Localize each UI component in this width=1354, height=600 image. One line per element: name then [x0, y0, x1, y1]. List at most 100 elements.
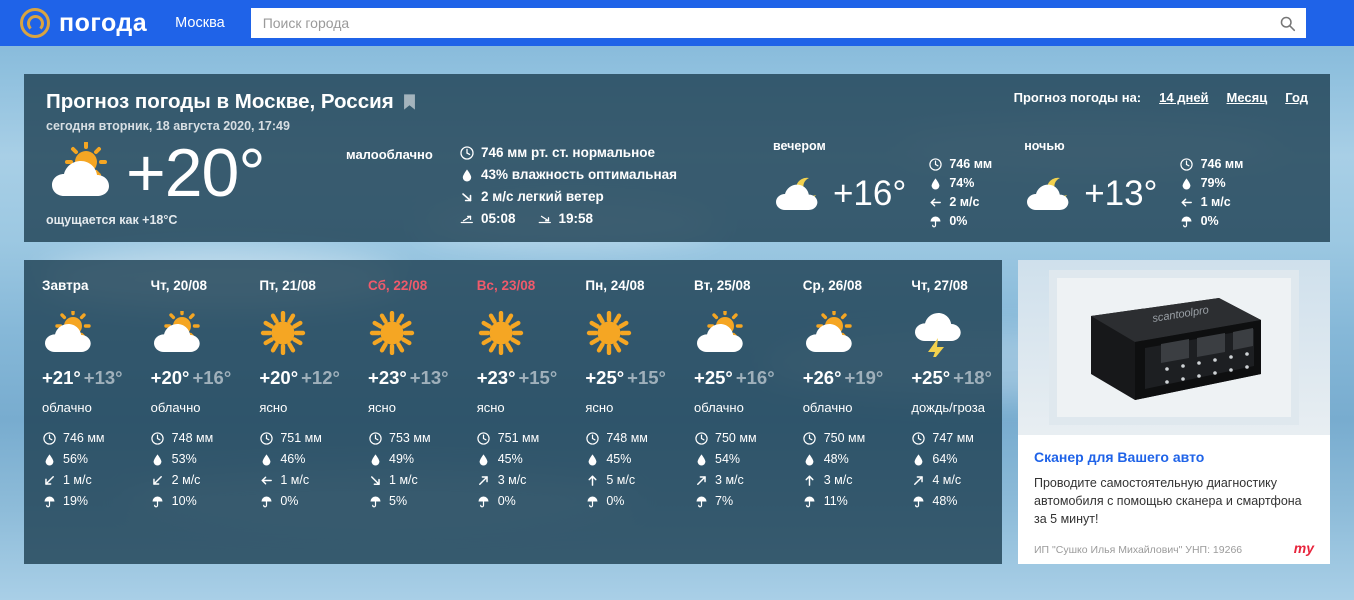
- metric-wind-text: 1 м/с: [1200, 195, 1231, 209]
- metric-wind: 5 м/с: [585, 473, 670, 487]
- ad-description: Проводите самостоятельную диагностику ав…: [1034, 476, 1302, 527]
- search-box[interactable]: [250, 8, 1306, 38]
- pressure-icon: [911, 431, 925, 445]
- umbrella-icon: [928, 214, 942, 228]
- forecast-day-column[interactable]: Чт, 27/08 +25° +18° дождь/гроза 747 мм 64% 4 м…: [893, 278, 1002, 552]
- wind-arrow-down-right-icon: [460, 190, 474, 204]
- metric-humidity: 56%: [42, 452, 127, 466]
- metric-wind-text: 2 м/с легкий ветер: [481, 189, 604, 204]
- humidity-drop-icon: [585, 452, 599, 466]
- forecast-day-column[interactable]: Завтра +21° +13° облачно 746 мм 56% 1 м/с 19%: [24, 278, 133, 552]
- metric-humidity-text: 74%: [949, 176, 975, 190]
- metric-wind-text: 5 м/с: [606, 473, 636, 487]
- metric-wind: 1 м/с: [42, 473, 127, 487]
- current-city-label[interactable]: Москва: [175, 15, 225, 31]
- metric-pressure-text: 746 мм: [949, 157, 993, 171]
- sun-icon: [259, 310, 344, 356]
- forecast-link-month[interactable]: Месяц: [1227, 90, 1268, 105]
- humidity-drop-icon: [928, 176, 942, 190]
- umbrella-icon: [911, 494, 925, 508]
- metric-precipitation: 19%: [42, 494, 127, 508]
- metric-precipitation: 7%: [694, 494, 779, 508]
- forecast-day-name: Сб, 22/08: [368, 278, 428, 293]
- ad-brand-logo[interactable]: my: [1294, 540, 1314, 556]
- pressure-icon: [694, 431, 708, 445]
- pressure-icon: [477, 431, 491, 445]
- forecast-day-metrics: 750 мм 54% 3 м/с 7%: [694, 431, 779, 508]
- metric-wind-text: 1 м/с: [63, 473, 92, 487]
- metric-precipitation: 5%: [368, 494, 453, 508]
- metric-precipitation-text: 0%: [497, 494, 516, 508]
- wind-arrow-left-icon: [1180, 195, 1194, 209]
- metric-humidity: 54%: [694, 452, 779, 466]
- humidity-drop-icon: [460, 168, 474, 182]
- metric-pressure-text: 748 мм: [606, 431, 648, 445]
- site-logo[interactable]: погода: [20, 8, 147, 38]
- part-temp-evening: +16°: [832, 174, 907, 213]
- sun-icon: [585, 310, 670, 356]
- metric-wind: 1 м/с: [259, 473, 344, 487]
- wind-arrow-up-right-icon: [911, 473, 925, 487]
- at-circle-icon: [20, 8, 50, 38]
- now-row: +20°: [46, 139, 346, 207]
- metric-precipitation-text: 0%: [280, 494, 299, 508]
- metric-pressure-text: 746 мм: [63, 431, 105, 445]
- forecast-day-name: Пн, 24/08: [585, 278, 645, 293]
- metric-wind: 1 м/с: [368, 473, 453, 487]
- bookmark-icon[interactable]: [403, 93, 416, 111]
- forecast-link-14-days[interactable]: 14 дней: [1159, 90, 1208, 105]
- metric-precipitation-text: 0%: [606, 494, 625, 508]
- forecast-day-column[interactable]: Пт, 21/08 +20° +12° ясно 751 мм 46% 1 м/с 0%: [241, 278, 350, 552]
- forecast-day-column[interactable]: Чт, 20/08 +20° +16° облачно 748 мм 53% 2 м/с 10…: [133, 278, 242, 552]
- lower-section: Завтра +21° +13° облачно 746 мм 56% 1 м/с 19% Чт…: [24, 260, 1330, 565]
- forecast-day-temperatures: +25° +18°: [911, 367, 996, 389]
- metric-pressure-text: 751 мм: [280, 431, 322, 445]
- umbrella-icon: [694, 494, 708, 508]
- metric-precipitation-text: 10%: [171, 494, 197, 508]
- forecast-day-name: Ср, 26/08: [802, 278, 862, 293]
- moon-behind-cloud-icon: [775, 177, 818, 210]
- metric-pressure-text: 753 мм: [389, 431, 431, 445]
- umbrella-icon: [585, 494, 599, 508]
- ad-title[interactable]: Сканер для Вашего авто: [1034, 449, 1314, 465]
- ad-product-image[interactable]: scantoolpro: [1018, 260, 1330, 435]
- metric-pressure: 753 мм: [368, 431, 453, 445]
- metric-humidity-text: 48%: [823, 452, 849, 466]
- metric-wind: 2 м/с легкий ветер: [460, 189, 677, 204]
- metric-humidity-text: 56%: [63, 452, 89, 466]
- metric-humidity-text: 54%: [715, 452, 741, 466]
- logo-text: погода: [59, 8, 148, 37]
- forecast-day-column[interactable]: Вт, 25/08 +25° +16° облачно 750 мм 54% 3 м/с 7%: [676, 278, 785, 552]
- forecast-day-condition: дождь/гроза: [911, 400, 985, 415]
- humidity-drop-icon: [477, 452, 491, 466]
- part-temp-night: +13°: [1084, 174, 1158, 213]
- forecast-day-condition: ясно: [585, 400, 614, 415]
- metric-humidity-text: 64%: [932, 452, 958, 466]
- metric-humidity: 45%: [477, 452, 562, 466]
- wind-arrow-left-icon: [928, 195, 942, 209]
- metric-precipitation: 0%: [585, 494, 670, 508]
- forecast-day-temp: +21°: [42, 367, 81, 388]
- forecast-day-column[interactable]: Ср, 26/08 +26° +19° облачно 750 мм 48% 3 м/с 11…: [785, 278, 894, 552]
- feels-like-text: ощущается как +18°C: [46, 213, 178, 227]
- wind-arrow-up-right-icon: [477, 473, 491, 487]
- metric-wind: 2 м/с: [928, 195, 992, 209]
- advertisement-panel[interactable]: scantoolpro Сканер для Вашего авто Прово…: [1018, 260, 1330, 565]
- forecast-day-temp: +25°: [911, 367, 951, 388]
- metric-humidity-text: 43% влажность оптимальная: [481, 167, 677, 182]
- sunrise-icon: [460, 212, 474, 226]
- sun-icon: [477, 310, 562, 356]
- umbrella-icon: [477, 494, 491, 508]
- forecast-day-column[interactable]: Пн, 24/08 +25° +15° ясно 748 мм 45% 5 м/с 0%: [567, 278, 676, 552]
- forecast-day-condition: ясно: [259, 400, 288, 415]
- forecast-link-year[interactable]: Год: [1285, 90, 1308, 105]
- forecast-day-column[interactable]: Сб, 22/08 +23° +13° ясно 753 мм 49% 1 м/с 5%: [350, 278, 459, 552]
- ad-footer: ИП "Сушко Илья Михайлович" УНП: 19266 my: [1018, 534, 1330, 564]
- search-input[interactable]: [262, 15, 1279, 31]
- pressure-icon: [368, 431, 382, 445]
- search-icon[interactable]: [1279, 15, 1296, 32]
- forecast-day-column[interactable]: Вс, 23/08 +23° +15° ясно 751 мм 45% 3 м/с 0%: [459, 278, 568, 552]
- sun-behind-cloud-icon: [694, 308, 779, 355]
- metric-pressure: 750 мм: [803, 431, 888, 445]
- umbrella-icon: [803, 494, 817, 508]
